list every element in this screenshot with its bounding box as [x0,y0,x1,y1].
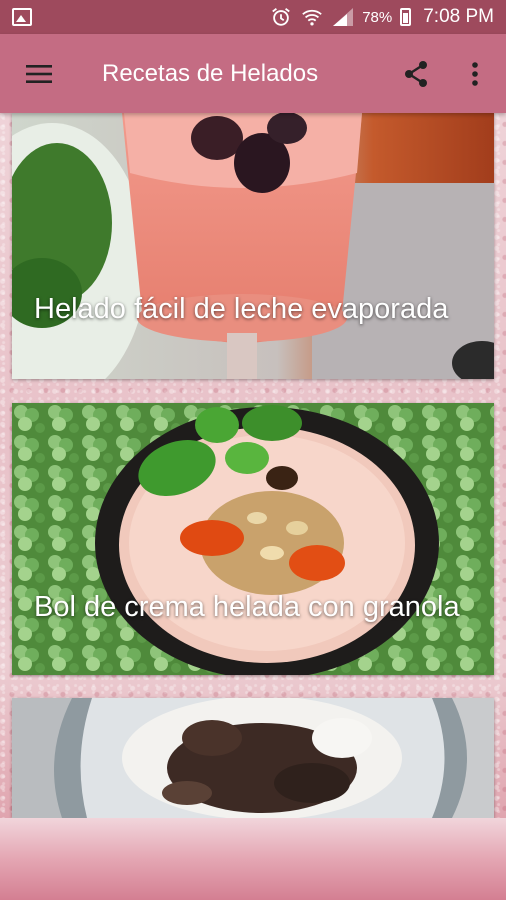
menu-button[interactable] [0,34,78,113]
battery-percent: 78% [362,8,393,26]
share-button[interactable] [388,34,444,113]
recipe-photo [12,113,494,379]
recipe-card[interactable]: Helado fácil de leche evaporada [12,113,494,379]
more-vert-icon [472,61,478,86]
page-title: Recetas de Helados [102,59,319,87]
background-texture-bottom [0,818,506,900]
recipe-card[interactable]: Bol de crema helada con granola [12,403,494,675]
signal-icon [333,8,354,26]
more-options-button[interactable] [444,34,506,113]
app-bar: Recetas de Helados [0,34,506,113]
recipe-title: Bol de crema helada con granola [34,591,460,623]
recipe-photo [12,403,494,675]
wifi-icon [302,9,322,26]
recipe-title: Helado fácil de leche evaporada [34,293,449,325]
clock: 7:08 PM [423,6,494,27]
battery-icon [400,8,412,26]
recipe-card[interactable] [12,698,494,818]
alarm-icon [272,8,291,26]
recipe-photo [12,698,494,818]
menu-icon [26,64,52,83]
image-icon [12,8,32,26]
status-bar: 78% 7:08 PM [0,0,506,34]
share-icon [405,60,427,87]
